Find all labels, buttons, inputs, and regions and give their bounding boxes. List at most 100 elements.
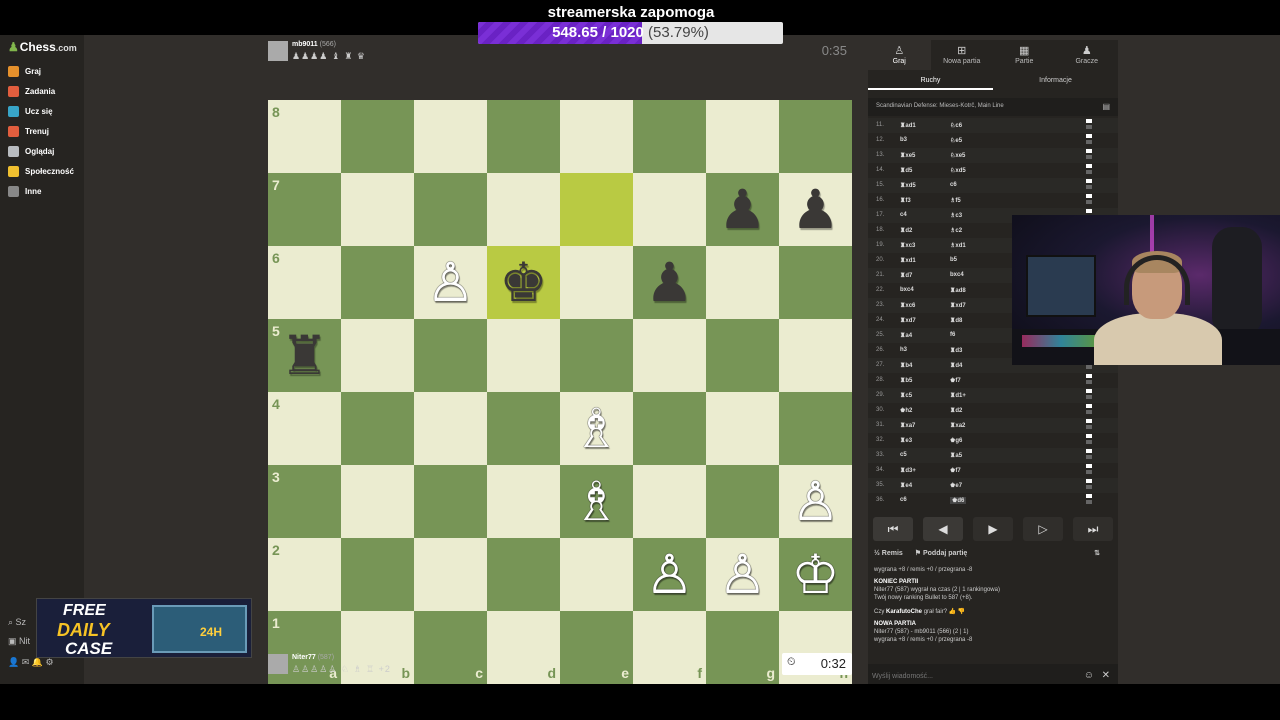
square-f7[interactable] (633, 173, 706, 246)
square-b5[interactable] (341, 319, 414, 392)
piece-h2[interactable]: ♔ (779, 538, 852, 611)
black-move[interactable]: ♜d4 (950, 362, 962, 369)
square-f3[interactable] (633, 465, 706, 538)
square-c5[interactable] (414, 319, 487, 392)
square-a4[interactable]: 4 (268, 392, 341, 465)
square-h7[interactable]: ♟ (779, 173, 852, 246)
square-f4[interactable] (633, 392, 706, 465)
black-move[interactable]: ♘c6 (950, 122, 962, 129)
square-a7[interactable]: 7 (268, 173, 341, 246)
square-g2[interactable]: ♙ (706, 538, 779, 611)
square-a3[interactable]: 3 (268, 465, 341, 538)
piece-e3[interactable]: ♗ (560, 465, 633, 538)
white-move[interactable]: ♜xd7 (900, 317, 916, 324)
square-e6[interactable] (560, 246, 633, 319)
square-b7[interactable] (341, 173, 414, 246)
square-d4[interactable] (487, 392, 560, 465)
square-f5[interactable] (633, 319, 706, 392)
sidebar-item-4[interactable]: Oglądaj (8, 142, 54, 160)
black-move[interactable]: ♜ad8 (950, 287, 966, 294)
tab-3[interactable]: ♟ Gracze (1056, 40, 1119, 70)
square-h6[interactable] (779, 246, 852, 319)
thumbs-down-icon[interactable]: 👎 (958, 609, 965, 615)
book-icon[interactable]: ▤ (1102, 102, 1110, 111)
square-c3[interactable] (414, 465, 487, 538)
sidebar-item-5[interactable]: Społeczność (8, 162, 74, 180)
square-b4[interactable] (341, 392, 414, 465)
piece-d6[interactable]: ♚ (487, 246, 560, 319)
chess-board[interactable]: 87♟♟6♙♚♟5♜4♗3♗♙2♙♙♔1abcdefgh (268, 100, 852, 684)
piece-h7[interactable]: ♟ (779, 173, 852, 246)
square-f8[interactable] (633, 100, 706, 173)
white-move[interactable]: ♜d2 (900, 227, 912, 234)
sidebar-item-2[interactable]: Ucz się (8, 102, 53, 120)
square-f2[interactable]: ♙ (633, 538, 706, 611)
mail-icon[interactable]: ✉ (22, 657, 30, 667)
square-c7[interactable] (414, 173, 487, 246)
black-move[interactable]: ♗f5 (950, 197, 961, 204)
square-d7[interactable] (487, 173, 560, 246)
black-move[interactable]: ♘xe5 (950, 152, 965, 159)
black-move[interactable]: f6 (950, 332, 955, 338)
square-b8[interactable] (341, 100, 414, 173)
black-move[interactable]: ♜a5 (950, 452, 962, 459)
chess-logo[interactable]: ♟Chess.com (8, 40, 77, 54)
square-d8[interactable] (487, 100, 560, 173)
square-d2[interactable] (487, 538, 560, 611)
square-h8[interactable] (779, 100, 852, 173)
black-move[interactable]: ♜d3 (950, 347, 962, 354)
bottom-player-name-line[interactable]: Niter77 (587) (292, 654, 334, 661)
black-move[interactable]: ♚d6 (950, 497, 967, 504)
tab-0[interactable]: ♙ Graj (868, 40, 931, 70)
user-avatar[interactable]: ▣ Nit (8, 636, 30, 647)
previous-move-button[interactable]: ◀ (923, 517, 963, 541)
white-move[interactable]: ♜b5 (900, 377, 912, 384)
tab-info[interactable]: Informacje (993, 74, 1118, 90)
black-move[interactable]: ♜d1+ (950, 392, 966, 399)
square-h4[interactable] (779, 392, 852, 465)
square-g8[interactable] (706, 100, 779, 173)
white-move[interactable]: h3 (900, 347, 907, 353)
square-g3[interactable] (706, 465, 779, 538)
draw-button[interactable]: ½ Remis (874, 550, 903, 557)
friends-icon[interactable]: 👤 (8, 657, 19, 667)
tab-1[interactable]: ⊞ Nowa partia (931, 40, 994, 70)
square-e7[interactable] (560, 173, 633, 246)
black-move[interactable]: ♚g6 (950, 437, 962, 444)
piece-g2[interactable]: ♙ (706, 538, 779, 611)
white-move[interactable]: ♜ad1 (900, 122, 916, 129)
black-move[interactable]: ♚e7 (950, 482, 962, 489)
piece-h3[interactable]: ♙ (779, 465, 852, 538)
square-f6[interactable]: ♟ (633, 246, 706, 319)
white-move[interactable]: ♜a4 (900, 332, 912, 339)
black-move[interactable]: ♘e5 (950, 137, 962, 144)
white-move[interactable]: b3 (900, 137, 907, 143)
white-move[interactable]: c6 (900, 497, 907, 503)
black-move[interactable]: c6 (950, 182, 957, 188)
bottom-player-avatar[interactable] (268, 654, 288, 674)
tab-moves[interactable]: Ruchy (868, 74, 993, 90)
search-icon[interactable]: ⌕ Sz (8, 617, 26, 628)
black-move[interactable]: ♗c2 (950, 227, 962, 234)
white-move[interactable]: ♜xa7 (900, 422, 915, 429)
square-d5[interactable] (487, 319, 560, 392)
piece-f6[interactable]: ♟ (633, 246, 706, 319)
square-h2[interactable]: ♔ (779, 538, 852, 611)
thumbs-up-icon[interactable]: 👍 (949, 609, 956, 615)
black-move[interactable]: ♘xd5 (950, 167, 966, 174)
white-move[interactable]: ♜f3 (900, 197, 911, 204)
black-move[interactable]: ♜xd7 (950, 302, 966, 309)
black-move[interactable]: ♗xd1 (950, 242, 966, 249)
white-move[interactable]: c5 (900, 452, 907, 458)
piece-c6[interactable]: ♙ (414, 246, 487, 319)
white-move[interactable]: ♜xd1 (900, 257, 916, 264)
white-move[interactable]: ♜d3+ (900, 467, 916, 474)
ad-banner[interactable]: FREE DAILY CASE 24H (36, 598, 252, 658)
white-move[interactable]: ♜e3 (900, 437, 912, 444)
square-e3[interactable]: ♗ (560, 465, 633, 538)
square-d6[interactable]: ♚ (487, 246, 560, 319)
tab-2[interactable]: ▦ Partie (993, 40, 1056, 70)
black-move[interactable]: ♜d8 (950, 317, 962, 324)
square-e5[interactable] (560, 319, 633, 392)
next-move-button[interactable]: ▷ (1023, 517, 1063, 541)
